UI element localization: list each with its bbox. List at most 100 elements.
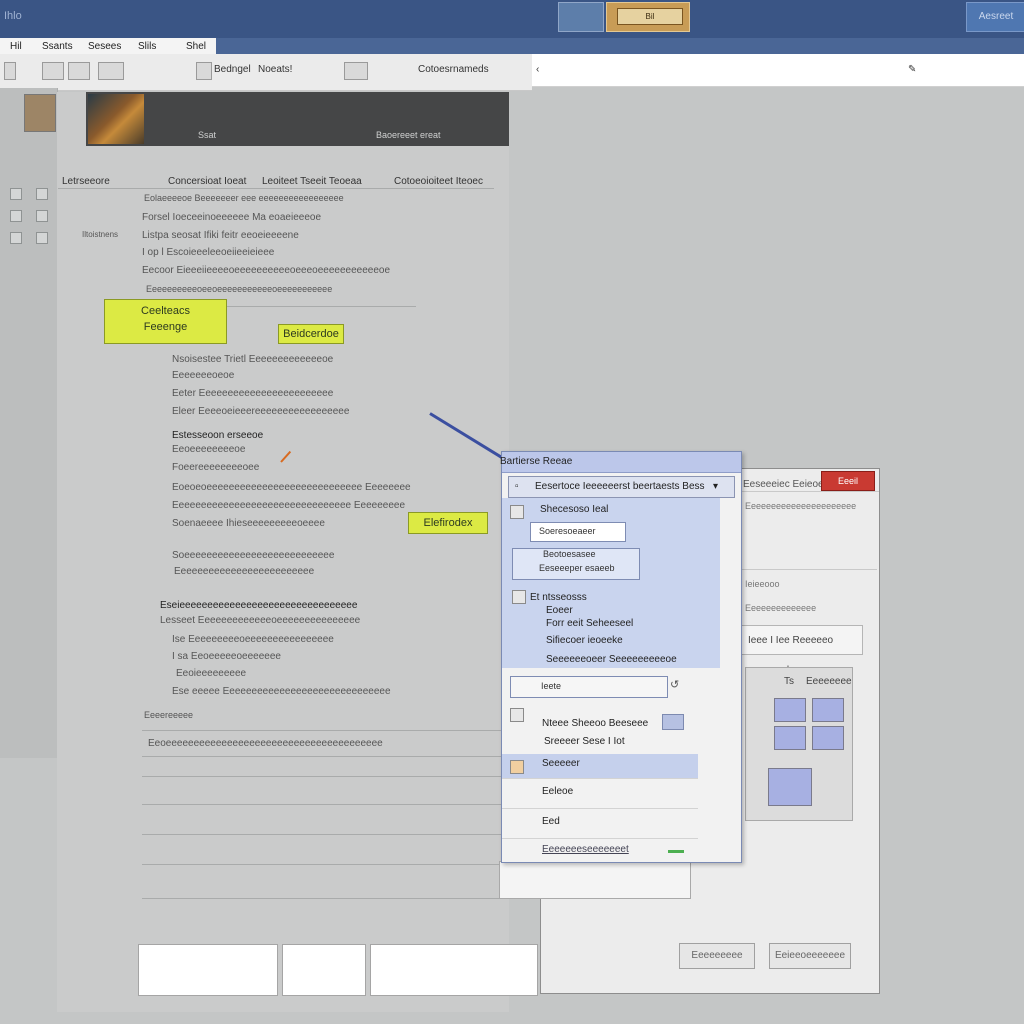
doc-line: Eseieeeeeeeeeeeeeeeeeeeeeeeeeeeeeeee [160, 600, 358, 611]
footer-panel [370, 944, 538, 996]
nav-icon[interactable] [10, 232, 22, 244]
toc-header: Letrseeore [62, 176, 110, 187]
popup-bar-text: Eesertoce Ieeeeeerst beertaests Bess [535, 481, 705, 492]
popup-option[interactable]: Eed [542, 816, 560, 827]
address-bar[interactable]: ‹ ✎ [532, 54, 1024, 87]
nav-icon[interactable] [36, 232, 48, 244]
nav-icon[interactable] [36, 188, 48, 200]
popup-section-head: Et ntsseosss [530, 592, 587, 603]
menu-item[interactable]: Hil [10, 41, 22, 52]
menu-item[interactable]: Ssants [42, 41, 73, 52]
image-icon[interactable] [42, 62, 64, 80]
close-button[interactable]: Eeeil [821, 471, 875, 491]
left-nav-strip [0, 88, 58, 758]
divider [142, 776, 502, 777]
popup-option[interactable]: Seeeeer [542, 758, 580, 769]
active-title-tab[interactable]: Bil [606, 2, 690, 32]
thumbnail[interactable] [768, 768, 812, 806]
thumb-label: Eeeeeeee [806, 676, 852, 687]
popup-input[interactable]: Soeresoeaeer [530, 522, 626, 542]
doc-line: Eeeeeeeoeoe [172, 370, 235, 381]
popup-option[interactable]: Forr eeit Seheeseel [546, 618, 633, 629]
popup-option[interactable]: Shecesoso Ieal [540, 504, 608, 515]
folder-icon [512, 590, 526, 604]
menu-item[interactable]: Slils [138, 41, 156, 52]
refresh-icon[interactable]: ↺ [670, 678, 679, 691]
doc-line: Ese eeeee Eeeeeeeeeeeeeeeeeeeeeeeeeeeeee [172, 686, 391, 697]
toolbar-item[interactable]: Noeats! [258, 64, 292, 75]
doc-line: Eeoeeeeeeeeoe [172, 444, 246, 455]
doc-line: Lesseet Eeeeeeeeeeeeeoeeeeeeeeeeeeeee [160, 615, 361, 626]
doc-line: Eleer Eeeeoeieeereeeeeeeeeeeeeeeee [172, 406, 350, 417]
chevron-left-icon[interactable]: ‹ [536, 64, 539, 75]
nav-icon[interactable] [10, 188, 22, 200]
format-icon[interactable] [196, 62, 212, 80]
doc-line: Soenaeeee Ihieseeeeeeeeeoeeee [172, 518, 325, 529]
popup-sel-text: Beotoesasee [543, 549, 596, 559]
banner-photo [88, 94, 144, 144]
toc-header: Leoiteet Tseeit Teoeaa [262, 176, 362, 187]
image-icon[interactable] [68, 62, 90, 80]
lock-icon [510, 708, 524, 722]
thumbnail[interactable] [774, 726, 806, 750]
popup-option[interactable]: Seeeeeeoeer Seeeeeeeeeoe [546, 654, 677, 665]
thumbnail[interactable] [812, 726, 844, 750]
highlight-callout[interactable]: Elefirodex [408, 512, 488, 534]
doc-line: Eeeeeeeeeeeeeeeeeeeeeeeee [174, 566, 315, 577]
toolbar-icon[interactable] [4, 62, 16, 80]
banner-text: Ssat [198, 130, 217, 140]
document-thumbnail[interactable] [24, 94, 56, 132]
popup-input-text: Soeresoeaeer [539, 526, 596, 536]
toc-header: Cotoeoioiteet Iteoec [394, 176, 483, 187]
pen-icon[interactable]: ✎ [908, 64, 916, 75]
popup-option[interactable]: Nteee Sheeoo Beeseee [542, 718, 648, 729]
picture-icon[interactable] [98, 62, 124, 80]
popup-sel-text: Eeseeeper esaeeb [539, 563, 615, 573]
chevron-down-icon[interactable]: ▾ [713, 477, 718, 497]
dialog-row: Eeeeeeeeeeeeee [745, 603, 817, 613]
toolbar-item[interactable]: Bedngel [214, 64, 251, 75]
menu-item[interactable]: Shel [186, 41, 206, 52]
popup-option[interactable]: Eeleoe [542, 786, 573, 797]
dialog-right-button[interactable]: Eeieeoeeeeeee [769, 943, 851, 969]
title-right-button[interactable]: Aesreet [966, 2, 1024, 32]
selected-row[interactable] [502, 754, 698, 778]
nav-icon[interactable] [36, 210, 48, 222]
dialog-panel [499, 861, 691, 899]
doc-line: Listpa seosat Ifiki feitr eeoeieeeene [142, 230, 299, 241]
document-banner: Ssat Baoereeet ereat [86, 92, 509, 146]
footer-panel [138, 944, 278, 996]
popup-panel: Bartierse Reeae ▫ Eesertoce Ieeeeeerst b… [500, 451, 742, 863]
nav-icon[interactable] [10, 210, 22, 222]
callout-line: Feeenge [143, 321, 188, 333]
menu-item[interactable]: Sesees [88, 41, 121, 52]
popup-footer-link[interactable]: Eeeeeeeseeeeeeet [542, 844, 629, 855]
popup-option[interactable]: Eoeer [546, 605, 573, 616]
popup-title: Bartierse Reeae [500, 452, 741, 473]
active-tab-label: Bil [617, 8, 683, 25]
doc-line: Eeeereeeee [144, 710, 194, 720]
side-label: Iltoistnens [82, 230, 119, 239]
highlight-callout[interactable]: Beidcerdoe [278, 324, 344, 344]
thumbnail[interactable] [774, 698, 806, 722]
doc-line: Eeeeeeeeeeoeeoeeeeeeeeeeeoeeeeeeeeeee [146, 284, 333, 294]
thumbnail[interactable] [812, 698, 844, 722]
dialog-left-button[interactable]: Eeeeeeeee [679, 943, 755, 969]
popup-search-bar[interactable]: ▫ Eesertoce Ieeeeeerst beertaests Bess ▾ [508, 476, 735, 498]
doc-line: Eoeoeoeeeeeeeeeeeeeeeeeeeeeeeeeeee Eeeee… [172, 482, 411, 493]
title-tab[interactable] [558, 2, 604, 32]
box-icon[interactable] [344, 62, 368, 80]
divider [741, 569, 877, 570]
popup-selection[interactable]: Beotoesasee Eeseeeper esaeeb [512, 548, 640, 580]
divider [142, 804, 502, 805]
popup-option[interactable]: Sifiecoer ieoeeke [546, 635, 623, 646]
footer-panel [282, 944, 366, 996]
divider [58, 188, 494, 189]
doc-line: Forsel Ioeceeinoeeeeee Ma eoaeieeeoe [142, 212, 322, 223]
popup-option[interactable]: Sreeeer Sese I Iot [544, 736, 625, 747]
popup-field[interactable]: Ieete [510, 676, 668, 698]
toolbar-item[interactable]: Cotoesrnameds [418, 64, 489, 75]
doc-line: Eeter Eeeeeeeeeeeeeeeeeeeeeeee [172, 388, 334, 399]
dialog-text-field[interactable]: Ieee I Iee Reeeeeo eeeeeeel [741, 625, 863, 676]
highlight-callout[interactable]: Ceelteacs Feeenge [104, 299, 227, 344]
